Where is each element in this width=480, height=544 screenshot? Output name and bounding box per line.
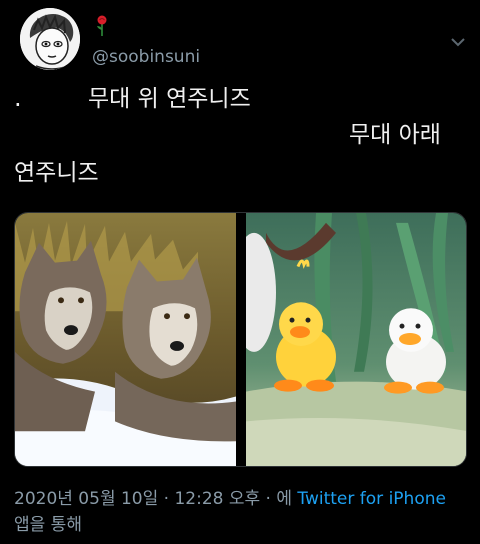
dot-text: . — [14, 84, 22, 112]
user-handle[interactable]: @soobinsuni — [92, 47, 200, 67]
tweet-text-line-3: 연주니즈 — [14, 160, 99, 186]
tweet-text-line-2: 무대 아래 — [349, 122, 441, 148]
tweet-text-line-1: 무대 위 연주니즈 — [88, 86, 251, 112]
ducks-image[interactable] — [246, 213, 467, 466]
client-link[interactable]: Twitter for iPhone — [297, 489, 446, 509]
tweet-meta: 2020년 05월 10일 · 12:28 오후 · 에 Twitter for… — [14, 486, 466, 538]
client-suffix: 앱을 통해 — [14, 515, 82, 535]
wolves-image[interactable] — [15, 213, 236, 466]
avatar[interactable] — [20, 8, 80, 70]
timestamp[interactable]: 2020년 05월 10일 · 12:28 오후 · 에 — [14, 489, 292, 509]
cartoon-avatar-icon — [20, 8, 80, 70]
media-container — [14, 212, 467, 467]
rose-icon — [97, 15, 107, 36]
chevron-down-icon[interactable] — [450, 36, 466, 48]
